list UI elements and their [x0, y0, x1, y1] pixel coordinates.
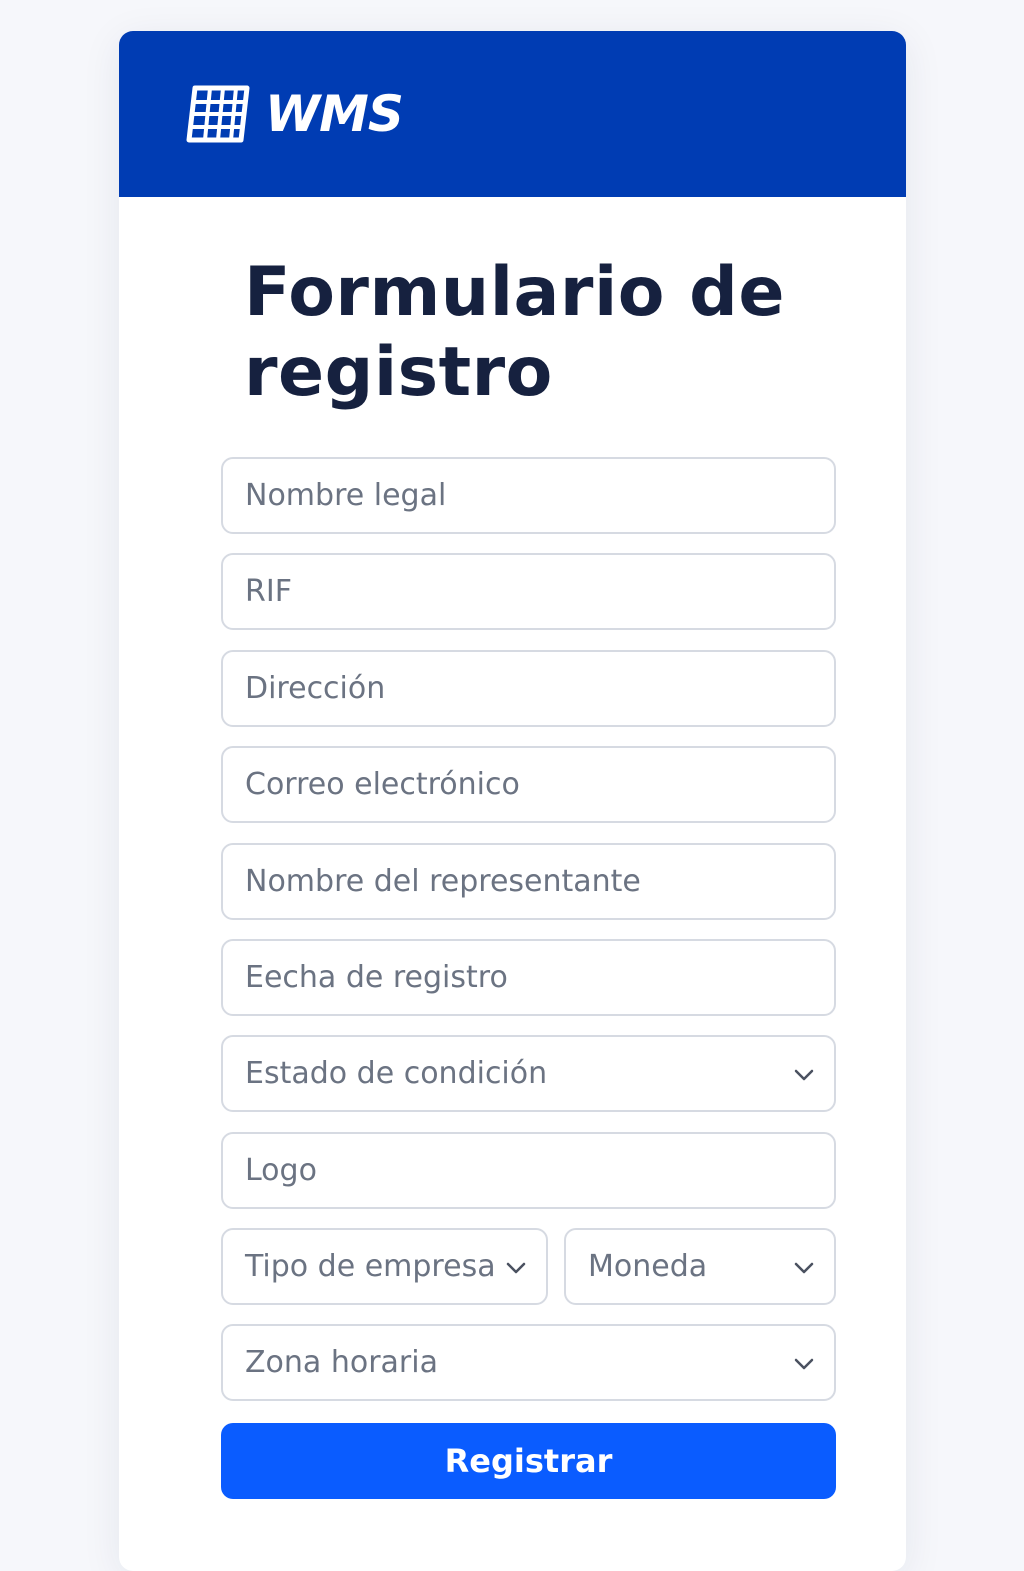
brand-name: WMS [265, 85, 404, 143]
currency-select[interactable]: Moneda [564, 1228, 836, 1305]
register-button[interactable]: Registrar [221, 1423, 836, 1499]
registration-card: WMS Formulario de registro Estado de con… [119, 31, 906, 1571]
page-title: Formulario de registro [244, 253, 785, 412]
condition-state-select[interactable]: Estado de condición [221, 1035, 836, 1112]
company-type-select[interactable]: Tipo de empresa [221, 1228, 548, 1305]
currency-label: Moneda [588, 1249, 708, 1284]
rif-input[interactable] [223, 555, 834, 628]
email-field-wrapper [221, 746, 836, 823]
chevron-down-icon [794, 1358, 814, 1370]
grid-logo-icon [186, 85, 250, 143]
chevron-down-icon [794, 1262, 814, 1274]
timezone-select[interactable]: Zona horaria [221, 1324, 836, 1401]
registration-date-input[interactable] [223, 941, 834, 1014]
chevron-down-icon [794, 1069, 814, 1081]
legal-name-input[interactable] [223, 459, 834, 532]
timezone-label: Zona horaria [245, 1345, 438, 1380]
address-field-wrapper [221, 650, 836, 727]
chevron-down-icon [506, 1262, 526, 1274]
brand-logo: WMS [185, 83, 404, 145]
company-type-label: Tipo de empresa [245, 1249, 496, 1284]
condition-state-label: Estado de condición [245, 1056, 548, 1091]
registration-date-field-wrapper [221, 939, 836, 1016]
representative-name-input[interactable] [223, 845, 834, 918]
email-input[interactable] [223, 748, 834, 821]
logo-input[interactable] [223, 1134, 834, 1207]
logo-field-wrapper [221, 1132, 836, 1209]
legal-name-field-wrapper [221, 457, 836, 534]
address-input[interactable] [223, 652, 834, 725]
app-header: WMS [119, 31, 906, 197]
rif-field-wrapper [221, 553, 836, 630]
representative-field-wrapper [221, 843, 836, 920]
